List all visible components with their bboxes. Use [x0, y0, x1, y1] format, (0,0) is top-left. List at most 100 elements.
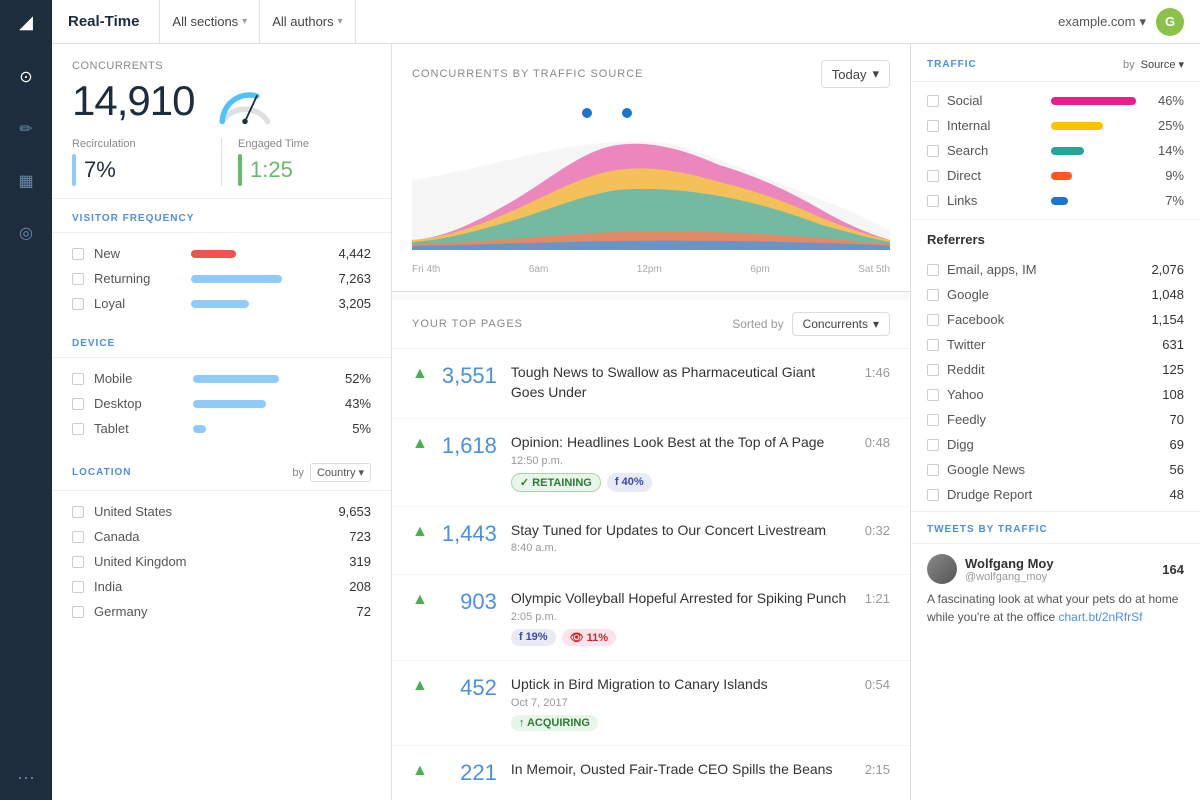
mobile-checkbox[interactable]: [72, 373, 84, 385]
returning-checkbox[interactable]: [72, 273, 84, 285]
eye-badge: 👁 11%: [562, 629, 616, 646]
desktop-pct: 43%: [336, 396, 371, 411]
links-pct: 7%: [1154, 193, 1184, 208]
list-item: Email, apps, IM 2,076: [927, 257, 1184, 282]
traffic-title: TRAFFIC: [927, 59, 1123, 70]
list-item: United Kingdom 319: [72, 549, 371, 574]
page-title-text[interactable]: Stay Tuned for Updates to Our Concert Li…: [511, 521, 851, 541]
social-bar: [1051, 97, 1137, 105]
gauge-chart: [210, 76, 280, 126]
topnav-right: example.com ▾ G: [1058, 8, 1184, 36]
search-bar: [1051, 147, 1084, 155]
yahoo-checkbox[interactable]: [927, 389, 939, 401]
page-title: Real-Time: [68, 13, 139, 30]
chart-area: [412, 100, 890, 260]
page-title-text[interactable]: Uptick in Bird Migration to Canary Islan…: [511, 675, 851, 695]
page-badges: ✓ RETAINING f 40%: [511, 473, 851, 492]
facebook-checkbox[interactable]: [927, 314, 939, 326]
page-title-text[interactable]: Tough News to Swallow as Pharmaceutical …: [511, 363, 851, 402]
links-checkbox[interactable]: [927, 195, 939, 207]
page-time: 1:46: [865, 365, 890, 380]
germany-checkbox[interactable]: [72, 606, 84, 618]
chart-time-labels: Fri 4th 6am 12pm 6pm Sat 5th: [412, 264, 890, 275]
reddit-label: Reddit: [947, 362, 1162, 377]
drudge-count: 48: [1170, 487, 1184, 502]
tablet-checkbox[interactable]: [72, 423, 84, 435]
google-news-checkbox[interactable]: [927, 464, 939, 476]
sections-dropdown[interactable]: All sections ▾: [159, 0, 260, 43]
page-title-text[interactable]: In Memoir, Ousted Fair-Trade CEO Spills …: [511, 760, 851, 780]
avatar[interactable]: G: [1156, 8, 1184, 36]
retaining-badge: ✓ RETAINING: [511, 473, 601, 492]
chart-dots: [582, 108, 632, 118]
pages-title: YOUR TOP PAGES: [412, 318, 523, 330]
up-arrow-icon: ▲: [412, 762, 428, 780]
chevron-down-icon: ▾: [358, 466, 364, 479]
page-title-text[interactable]: Olympic Volleyball Hopeful Arrested for …: [511, 589, 851, 609]
twitter-label: Twitter: [947, 337, 1162, 352]
digg-checkbox[interactable]: [927, 439, 939, 451]
us-checkbox[interactable]: [72, 506, 84, 518]
search-checkbox[interactable]: [927, 145, 939, 157]
top-pages-section: YOUR TOP PAGES Sorted by Concurrents ▾ ▲…: [392, 300, 910, 800]
visitor-frequency-list: New 4,442 Returning 7,263 Loyal: [52, 233, 391, 324]
page-count: 3,551: [442, 363, 497, 389]
more-icon[interactable]: ···: [17, 767, 35, 788]
loyal-checkbox[interactable]: [72, 298, 84, 310]
page-time: 0:54: [865, 677, 890, 692]
internal-pct: 25%: [1154, 118, 1184, 133]
list-item: Reddit 125: [927, 357, 1184, 382]
page-content: Olympic Volleyball Hopeful Arrested for …: [511, 589, 851, 646]
authors-dropdown[interactable]: All authors ▾: [260, 0, 355, 43]
google-checkbox[interactable]: [927, 289, 939, 301]
page-time: 0:48: [865, 435, 890, 450]
returning-count: 7,263: [331, 271, 371, 286]
uk-label: United Kingdom: [94, 554, 339, 569]
chart-time-dropdown[interactable]: Today ▾: [821, 60, 890, 88]
india-checkbox[interactable]: [72, 581, 84, 593]
digg-count: 69: [1170, 437, 1184, 452]
main-area: Real-Time All sections ▾ All authors ▾ e…: [52, 0, 1200, 800]
source-dropdown[interactable]: Source ▾: [1141, 58, 1184, 71]
desktop-checkbox[interactable]: [72, 398, 84, 410]
uk-checkbox[interactable]: [72, 556, 84, 568]
pen-icon[interactable]: ✏: [13, 113, 38, 145]
analytics-icon[interactable]: ⊙: [13, 61, 38, 93]
page-item: ▲ 1,443 Stay Tuned for Updates to Our Co…: [392, 507, 910, 576]
us-count: 9,653: [338, 504, 371, 519]
new-checkbox[interactable]: [72, 248, 84, 260]
engaged-time-bar: [238, 154, 242, 186]
returning-label: Returning: [94, 271, 181, 286]
traffic-header: TRAFFIC by Source ▾: [911, 44, 1200, 82]
list-item: New 4,442: [72, 241, 371, 266]
page-count: 221: [442, 760, 497, 786]
left-panel: Concurrents 14,910: [52, 44, 392, 800]
email-checkbox[interactable]: [927, 264, 939, 276]
google-label: Google: [947, 287, 1151, 302]
direct-checkbox[interactable]: [927, 170, 939, 182]
tweet-link[interactable]: chart.bt/2nRfrSf: [1058, 610, 1142, 624]
sort-dropdown[interactable]: Concurrents ▾: [792, 312, 890, 336]
feedly-checkbox[interactable]: [927, 414, 939, 426]
device-header: DEVICE: [52, 324, 391, 358]
tweets-header: TWEETS BY TRAFFIC: [911, 511, 1200, 543]
mobile-label: Mobile: [94, 371, 183, 386]
visitor-frequency-header: VISITOR FREQUENCY: [52, 199, 391, 233]
google-count: 1,048: [1151, 287, 1184, 302]
social-checkbox[interactable]: [927, 95, 939, 107]
bar-chart-icon[interactable]: ▦: [12, 165, 39, 197]
page-title-text[interactable]: Opinion: Headlines Look Best at the Top …: [511, 433, 851, 453]
email-label: Email, apps, IM: [947, 262, 1151, 277]
reddit-checkbox[interactable]: [927, 364, 939, 376]
center-panel: CONCURRENTS BY TRAFFIC SOURCE Today ▾: [392, 44, 910, 800]
target-icon[interactable]: ◎: [13, 217, 39, 249]
social-pct: 46%: [1154, 93, 1184, 108]
location-dropdown[interactable]: Country ▾: [310, 463, 371, 482]
internal-checkbox[interactable]: [927, 120, 939, 132]
canada-checkbox[interactable]: [72, 531, 84, 543]
domain-selector[interactable]: example.com ▾: [1058, 14, 1146, 30]
page-meta: 12:50 p.m.: [511, 455, 851, 467]
twitter-checkbox[interactable]: [927, 339, 939, 351]
drudge-checkbox[interactable]: [927, 489, 939, 501]
internal-bar: [1051, 122, 1104, 130]
